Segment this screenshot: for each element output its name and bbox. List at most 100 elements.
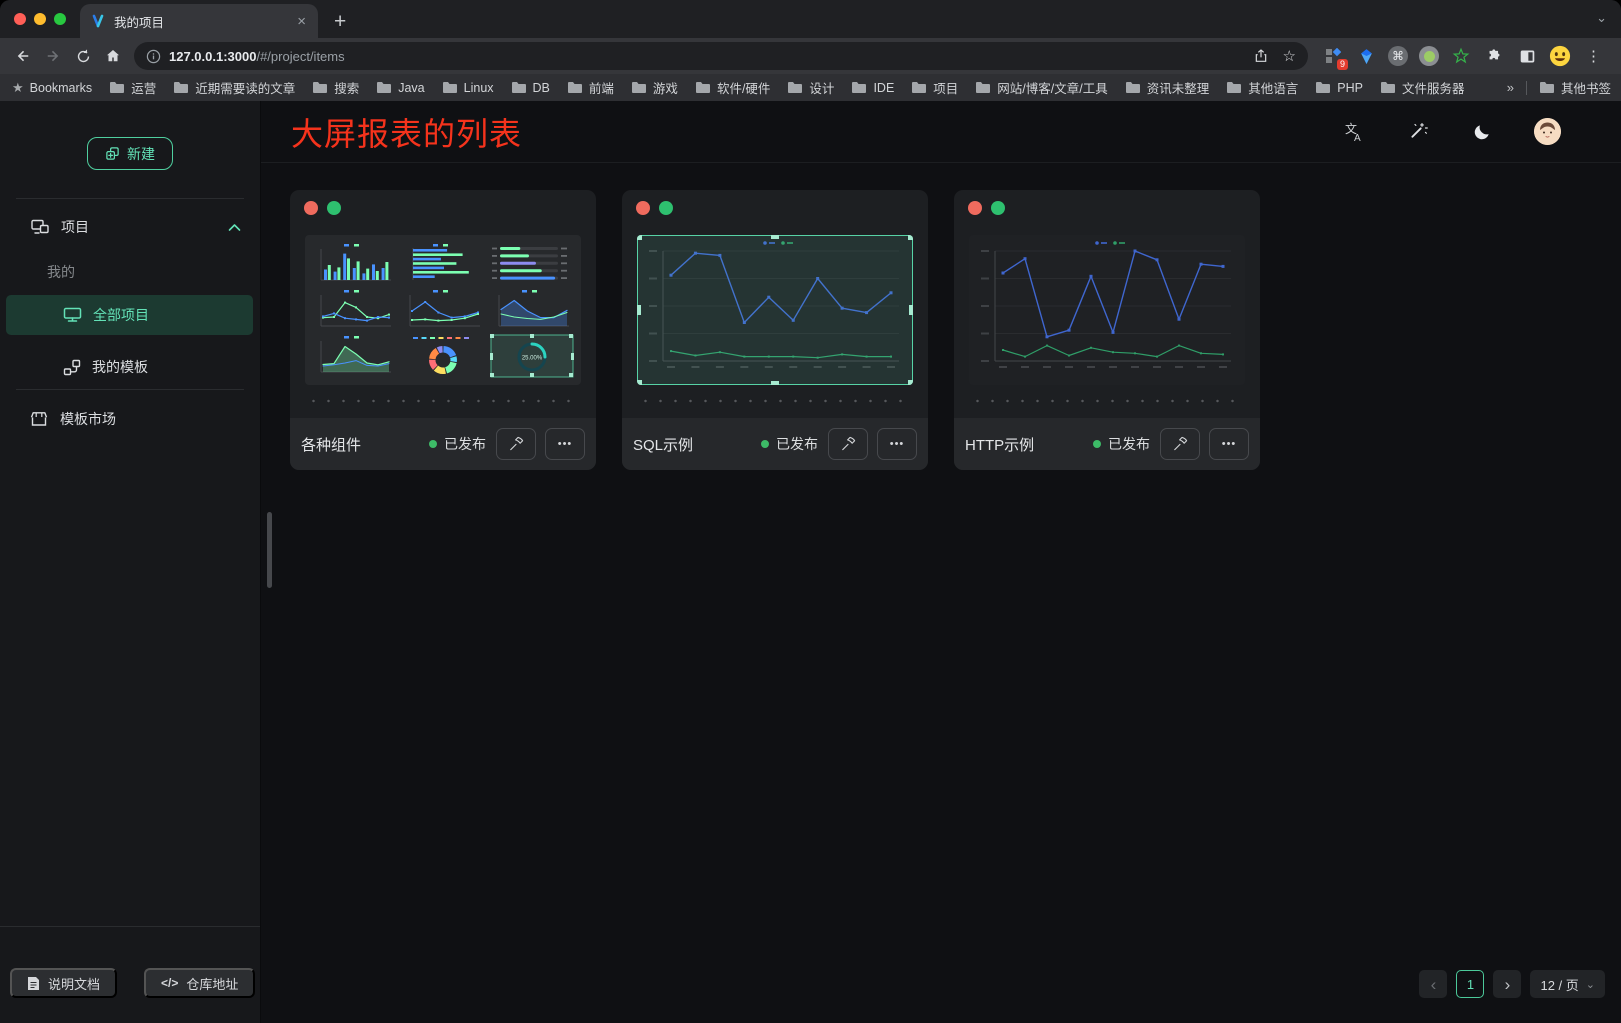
project-title: SQL示例	[633, 434, 761, 455]
reload-button[interactable]	[68, 41, 98, 71]
bookmark-folder[interactable]: IDE	[851, 81, 894, 95]
bookmark-folder[interactable]: 近期需要读的文章	[173, 78, 295, 97]
more-actions-button[interactable]: •••	[877, 428, 917, 460]
forward-button[interactable]	[38, 41, 68, 71]
chevron-up-icon[interactable]	[228, 223, 241, 232]
share-icon[interactable]	[1253, 48, 1269, 64]
scrollbar-thumb[interactable]	[267, 512, 272, 588]
bookmark-folder[interactable]: 前端	[567, 78, 614, 97]
browser-menu-icon[interactable]: ⋮	[1582, 47, 1605, 65]
folder-icon	[695, 81, 711, 94]
edit-project-button[interactable]	[496, 428, 536, 460]
side-panel-icon[interactable]	[1516, 45, 1538, 67]
user-avatar[interactable]	[1534, 118, 1561, 145]
page-size-select[interactable]: 12 / 页⌄	[1530, 970, 1605, 998]
template-flow-icon	[63, 359, 81, 376]
mini-chart	[490, 242, 574, 286]
bookmark-folder[interactable]: 资讯未整理	[1125, 78, 1210, 97]
dotted-separator	[970, 399, 1244, 403]
home-button[interactable]	[98, 41, 128, 71]
card-footer: SQL示例 已发布 •••	[622, 418, 928, 470]
profile-avatar[interactable]	[1549, 45, 1571, 67]
prev-page-button[interactable]: ‹	[1419, 970, 1447, 998]
sidebar-item-my-templates[interactable]: 我的模板	[6, 347, 253, 387]
bookmark-folder[interactable]: 其他语言	[1226, 78, 1298, 97]
back-button[interactable]	[8, 41, 38, 71]
edit-project-button[interactable]	[1160, 428, 1200, 460]
bookmarks-bar: ★Bookmarks 运营 近期需要读的文章 搜索 Java Linux DB …	[0, 74, 1621, 101]
sidebar-item-template-market[interactable]: 模板市场	[0, 398, 260, 440]
extension-circle-icon[interactable]	[1419, 46, 1439, 66]
card-window-dots	[636, 201, 673, 215]
bookmark-folder[interactable]: 游戏	[631, 78, 678, 97]
code-icon: </>	[161, 976, 178, 990]
storefront-icon	[30, 411, 48, 427]
bookmark-folder[interactable]: Java	[376, 81, 424, 95]
extension-star-icon[interactable]	[1450, 45, 1472, 67]
project-card[interactable]: HTTP示例 已发布 •••	[954, 190, 1260, 470]
next-page-button[interactable]: ›	[1493, 970, 1521, 998]
mini-chart	[401, 334, 485, 378]
zoom-window-button[interactable]	[54, 13, 66, 25]
extension-command-icon[interactable]: ⌘	[1388, 46, 1408, 66]
green-dot	[991, 201, 1005, 215]
language-toggle-button[interactable]: 文A	[1342, 120, 1366, 144]
folder-icon	[1539, 81, 1555, 94]
docs-button[interactable]: 说明文档	[10, 968, 117, 998]
bookmark-folder[interactable]: PHP	[1315, 81, 1363, 95]
close-window-button[interactable]	[14, 13, 26, 25]
status-badge: 已发布	[429, 434, 486, 454]
project-card[interactable]: 25.00% 各种组件 已发布 •••	[290, 190, 596, 470]
mini-chart	[401, 242, 485, 286]
bookmarks-root[interactable]: ★Bookmarks	[12, 80, 92, 96]
bookmark-folder[interactable]: DB	[511, 81, 550, 95]
tab-search-chevron-icon[interactable]: ⌄	[1596, 10, 1607, 26]
mini-chart: 25.00%	[490, 334, 574, 378]
sidebar-item-all-projects[interactable]: 全部项目	[6, 295, 253, 335]
svg-text:25.00%: 25.00%	[522, 356, 543, 362]
bookmark-folder[interactable]: 文件服务器	[1380, 78, 1465, 97]
project-thumbnail[interactable]	[969, 235, 1245, 385]
extension-gem-icon[interactable]	[1355, 45, 1377, 67]
bookmark-folder[interactable]: 运营	[109, 78, 156, 97]
site-info-icon[interactable]	[146, 49, 161, 64]
new-project-button[interactable]: 新建	[87, 137, 173, 170]
current-page-button[interactable]: 1	[1456, 970, 1484, 998]
minimize-window-button[interactable]	[34, 13, 46, 25]
new-tab-button[interactable]: +	[334, 11, 346, 32]
browser-tab[interactable]: 我的项目 ×	[80, 4, 318, 38]
more-actions-button[interactable]: •••	[545, 428, 585, 460]
magic-wand-button[interactable]	[1406, 120, 1430, 144]
red-dot	[968, 201, 982, 215]
bookmarks-overflow-chevron[interactable]: »	[1507, 80, 1514, 95]
bookmark-folder[interactable]: 网站/博客/文章/工具	[975, 78, 1107, 97]
bookmark-folder[interactable]: 设计	[787, 78, 834, 97]
extension-grid-icon[interactable]: 9	[1322, 45, 1344, 67]
edit-project-button[interactable]	[828, 428, 868, 460]
mini-chart	[312, 242, 396, 286]
bookmark-folder[interactable]: 软件/硬件	[695, 78, 770, 97]
repo-button[interactable]: </> 仓库地址	[144, 968, 255, 998]
main-content: 大屏报表的列表 文A	[260, 101, 1621, 1023]
sidebar-section-project[interactable]: 项目	[0, 206, 260, 248]
card-window-dots	[968, 201, 1005, 215]
bookmark-folder[interactable]: Linux	[442, 81, 494, 95]
folder-icon	[376, 81, 392, 94]
project-title: HTTP示例	[965, 434, 1093, 455]
bookmark-folder[interactable]: 搜索	[312, 78, 359, 97]
sidebar: 新建 项目 我的 全部项目	[0, 101, 260, 1023]
card-window-dots	[304, 201, 341, 215]
tab-close-icon[interactable]: ×	[295, 14, 308, 29]
dark-mode-toggle[interactable]	[1470, 120, 1494, 144]
bookmark-folder[interactable]: 项目	[911, 78, 958, 97]
extensions-puzzle-icon[interactable]	[1483, 45, 1505, 67]
project-thumbnail[interactable]	[637, 235, 913, 385]
hammer-icon	[507, 435, 525, 453]
project-thumbnail[interactable]: 25.00%	[305, 235, 581, 385]
more-actions-button[interactable]: •••	[1209, 428, 1249, 460]
project-card[interactable]: SQL示例 已发布 •••	[622, 190, 928, 470]
other-bookmarks-folder[interactable]: 其他书签	[1539, 78, 1611, 97]
bookmark-star-icon[interactable]: ☆	[1283, 47, 1296, 65]
monitor-icon	[63, 307, 82, 323]
address-bar[interactable]: 127.0.0.1:3000/#/project/items ☆	[134, 42, 1308, 70]
